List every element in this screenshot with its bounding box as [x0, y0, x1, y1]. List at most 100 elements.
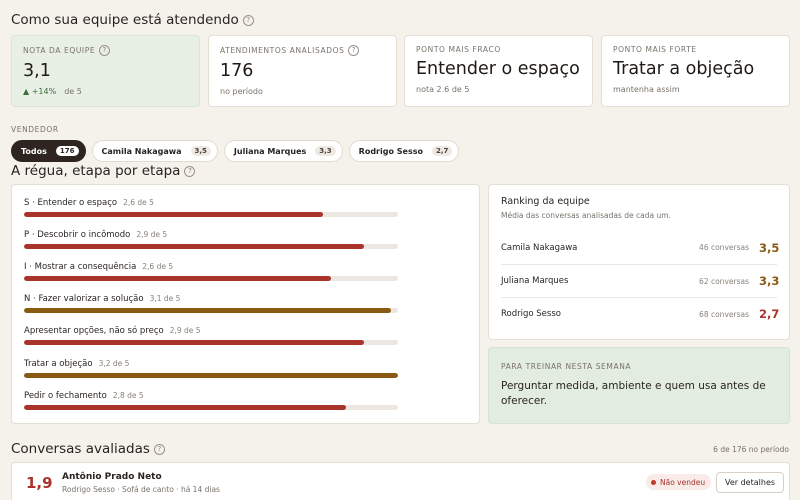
kpi-label: PONTO MAIS FORTE	[613, 45, 697, 54]
conversa-row[interactable]: 1,9 Antônio Prado Neto Rodrigo Sesso · S…	[11, 462, 790, 500]
etapa-name: Tratar a objeção 3,2 de 5	[24, 359, 398, 369]
etapa-name-text: Apresentar opções, não só preço	[24, 326, 164, 336]
ranking-name: Rodrigo Sesso	[501, 309, 561, 319]
chip-label: Juliana Marques	[233, 146, 307, 156]
conversas-count: 6 de 176 no período	[713, 445, 789, 454]
etapa-name-text: I · Mostrar a consequência	[24, 262, 137, 272]
etapa-row: Pedir o fechamento 2,8 de 5	[24, 391, 398, 410]
etapa-name: Pedir o fechamento 2,8 de 5	[24, 391, 398, 401]
etapa-bar	[24, 340, 365, 345]
etapa-name-text: S · Entender o espaço	[24, 198, 118, 208]
page-title-text: Como sua equipe está atendendo	[11, 12, 239, 28]
etapa-row: N · Fazer valorizar a solução 3,1 de 5	[24, 294, 398, 313]
kpi-value: Tratar a objeção	[613, 59, 755, 79]
ranking-row[interactable]: Juliana Marques 62 conversas 3,3	[501, 264, 780, 297]
ranking-desc: Média das conversas analisadas de cada u…	[501, 211, 671, 220]
kpi-sub: mantenha assim	[613, 85, 680, 94]
help-icon[interactable]: ?	[99, 45, 111, 56]
etapa-track	[24, 244, 398, 249]
chip-count: 2,7	[431, 146, 453, 156]
etapa-row: Tratar a objeção 3,2 de 5	[24, 359, 398, 378]
ranking-row[interactable]: Rodrigo Sesso 68 conversas 2,7	[501, 297, 780, 330]
section-title-conversas: Conversas avaliadas?	[11, 441, 165, 457]
ranking-title: Ranking da equipe	[501, 196, 590, 207]
kpi-card-atendimentos: ATENDIMENTOS ANALISADOS? 176 no período	[208, 35, 397, 107]
etapa-name: S · Entender o espaço 2,6 de 5	[24, 198, 398, 208]
status-badge-text: Não vendeu	[660, 477, 706, 487]
ranking-count: 68 conversas	[699, 309, 749, 319]
kpi-card-ponto-fraco: PONTO MAIS FRACO Entender o espaço nota …	[404, 35, 593, 107]
chip-label: Todos	[21, 146, 47, 156]
kpi-value: Entender o espaço	[416, 59, 580, 79]
conversa-score: 1,9	[26, 474, 53, 492]
etapa-score: 2,6 de 5	[123, 198, 154, 207]
etapa-score: 2,9 de 5	[169, 326, 201, 335]
chip-label: Camila Nakagawa	[101, 146, 182, 156]
ranking-card: Ranking da equipe Média das conversas an…	[488, 184, 790, 340]
ranking-score: 3,3	[759, 274, 780, 288]
etapa-track	[24, 340, 398, 345]
etapa-track	[24, 276, 398, 281]
kpi-sub: nota 2.6 de 5	[416, 85, 470, 94]
etapa-bar	[24, 405, 346, 410]
help-icon[interactable]: ?	[348, 45, 360, 56]
help-icon[interactable]: ?	[242, 15, 254, 26]
ranking-row[interactable]: Camila Nakagawa 46 conversas 3,5	[501, 231, 780, 264]
etapa-score: 2,6 de 5	[142, 262, 174, 271]
ranking-score: 2,7	[759, 307, 780, 321]
page-title: Como sua equipe está atendendo?	[11, 12, 254, 28]
chip-camila[interactable]: Camila Nakagawa 3,5	[91, 140, 218, 162]
etapa-track	[24, 405, 398, 410]
vendedor-label: VENDEDOR	[11, 125, 59, 134]
etapa-bar	[24, 373, 398, 378]
kpi-label: ATENDIMENTOS ANALISADOS?	[220, 45, 385, 56]
chip-rodrigo[interactable]: Rodrigo Sesso 2,7	[348, 140, 460, 162]
etapa-track	[24, 373, 398, 378]
etapa-name: Apresentar opções, não só preço 2,9 de 5	[24, 326, 398, 336]
kpi-sub-text: de 5	[64, 87, 82, 96]
kpi-label-text: NOTA DA EQUIPE	[23, 46, 96, 55]
kpi-card-ponto-forte: PONTO MAIS FORTE Tratar a objeção manten…	[601, 35, 790, 107]
etapa-name-text: N · Fazer valorizar a solução	[24, 294, 144, 304]
regua-card: S · Entender o espaço 2,6 de 5 P · Descob…	[11, 184, 480, 424]
etapa-row: I · Mostrar a consequência 2,6 de 5	[24, 262, 398, 281]
trend-up-icon: ▲ +14%	[23, 87, 57, 96]
section-title-text: Conversas avaliadas	[11, 441, 150, 457]
kpi-label: NOTA DA EQUIPE?	[23, 45, 188, 56]
vendedor-filter: Todos 176 Camila Nakagawa 3,5 Juliana Marq…	[11, 140, 460, 162]
kpi-card-nota-equipe: NOTA DA EQUIPE? 3,1 ▲ +14% de 5	[11, 35, 200, 107]
etapa-name-text: P · Descobrir o incômodo	[24, 230, 131, 240]
help-icon[interactable]: ?	[153, 444, 165, 455]
etapa-bar	[24, 308, 391, 313]
kpi-value: 176	[220, 61, 254, 81]
kpi-sub: no período	[220, 87, 263, 96]
etapa-track	[24, 308, 398, 313]
ranking-score: 3,5	[759, 240, 780, 255]
etapa-name-text: Pedir o fechamento	[24, 391, 107, 401]
etapa-name: I · Mostrar a consequência 2,6 de 5	[24, 262, 398, 272]
ver-detalhes-button[interactable]: Ver detalhes	[716, 472, 785, 493]
treinar-card: PARA TREINAR NESTA SEMANA Perguntar medi…	[488, 347, 790, 424]
ranking-name: Camila Nakagawa	[501, 242, 578, 253]
etapa-bar	[24, 276, 331, 281]
etapa-score: 3,2 de 5	[98, 359, 130, 368]
chip-todos[interactable]: Todos 176	[11, 140, 86, 162]
conversa-meta: Rodrigo Sesso · Sofá de canto · há 14 di…	[62, 485, 220, 494]
chip-juliana[interactable]: Juliana Marques 3,3	[223, 140, 343, 162]
kpi-sub: ▲ +14% de 5	[23, 87, 188, 96]
status-dot-icon	[651, 479, 656, 485]
etapa-row: S · Entender o espaço 2,6 de 5	[24, 198, 398, 217]
status-badge: Não vendeu	[646, 474, 712, 490]
etapa-name: P · Descobrir o incômodo 2,9 de 5	[24, 230, 398, 240]
kpi-value: 3,1	[23, 61, 51, 81]
etapa-track	[24, 212, 398, 217]
etapa-row: Apresentar opções, não só preço 2,9 de 5	[24, 326, 398, 345]
ranking-count: 62 conversas	[699, 276, 749, 286]
etapa-bar	[24, 212, 324, 217]
etapa-name-text: Tratar a objeção	[24, 359, 93, 369]
kpi-label-text: ATENDIMENTOS ANALISADOS	[220, 46, 345, 55]
kpi-label: PONTO MAIS FRACO	[416, 45, 501, 54]
help-icon[interactable]: ?	[184, 166, 196, 177]
kpi-delta: +14%	[31, 87, 57, 96]
section-title-regua: A régua, etapa por etapa?	[11, 163, 196, 179]
